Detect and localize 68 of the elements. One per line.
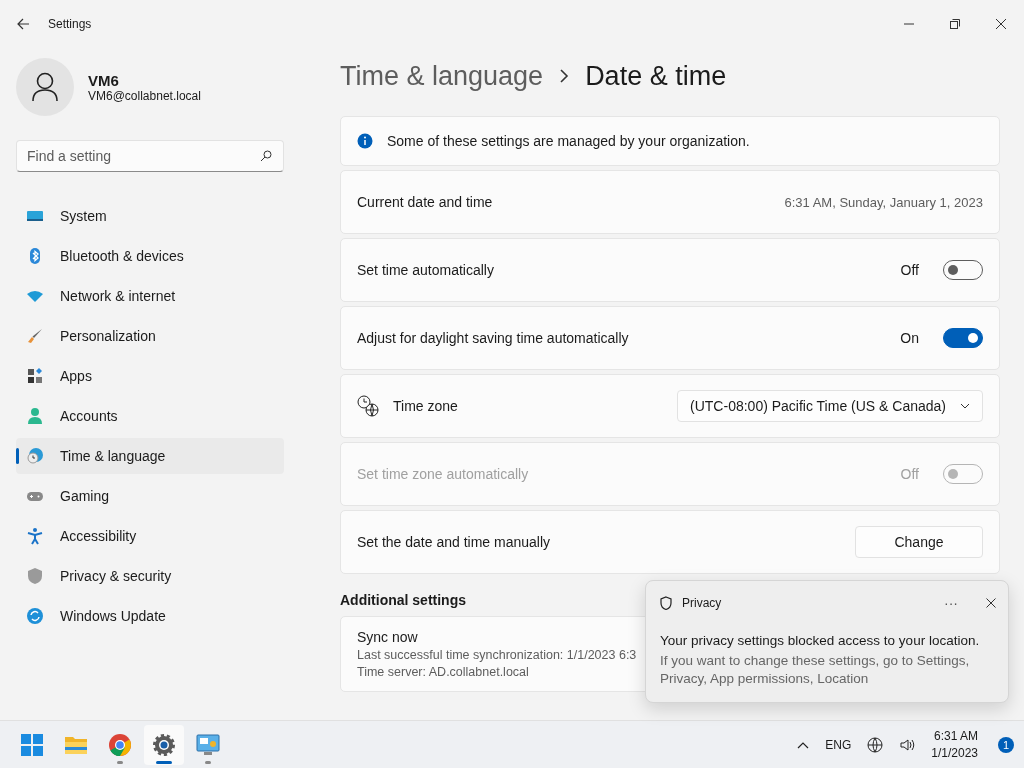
- sync-title: Sync now: [357, 629, 418, 645]
- toggle-state: On: [900, 330, 919, 346]
- setting-label: Set time zone automatically: [357, 466, 530, 482]
- timezone-dropdown[interactable]: (UTC-08:00) Pacific Time (US & Canada): [677, 390, 983, 422]
- banner-text: Some of these settings are managed by your organization.: [387, 133, 751, 149]
- update-icon: [26, 607, 44, 625]
- gear-icon: [151, 731, 177, 758]
- sync-detail: Last successful time synchronization: 1/1/2023 6:3: [357, 648, 637, 662]
- nav-item[interactable]: Accessibility: [16, 518, 284, 554]
- nav-item[interactable]: Time & language: [16, 438, 284, 474]
- nav-item[interactable]: Personalization: [16, 318, 284, 354]
- account-email: VM6@collabnet.local: [88, 88, 201, 103]
- accessibility-icon: [26, 527, 44, 545]
- close-icon[interactable]: [995, 18, 1007, 30]
- chrome-icon: [107, 731, 133, 758]
- clock[interactable]: 6:31 AM 1/1/2023: [931, 729, 978, 760]
- monitor-icon: [195, 731, 221, 758]
- toast-title: Your privacy settings blocked access to your location.: [660, 633, 981, 648]
- window-title: Settings: [48, 17, 93, 31]
- search-icon[interactable]: [260, 150, 272, 162]
- toast-app-name: Privacy: [682, 596, 723, 610]
- apps-icon: [26, 367, 44, 385]
- back-icon[interactable]: [16, 17, 30, 31]
- toggle-state: Off: [900, 262, 919, 278]
- info-icon: [357, 133, 373, 149]
- person-icon: [31, 72, 59, 102]
- globe-clock-icon: [26, 447, 44, 465]
- chevron-up-icon[interactable]: [797, 740, 810, 749]
- nav-item[interactable]: Privacy & security: [16, 558, 284, 594]
- setting-label: Adjust for daylight saving time automatically: [357, 330, 630, 346]
- nav-item[interactable]: Gaming: [16, 478, 284, 514]
- nav-item[interactable]: Network & internet: [16, 278, 284, 314]
- language-indicator[interactable]: ENG: [825, 737, 852, 752]
- breadcrumb-link[interactable]: Time & language: [340, 60, 544, 92]
- setting-label: Set the date and time manually: [357, 534, 551, 550]
- setting-value: 6:31 AM, Sunday, January 1, 2023: [784, 194, 983, 210]
- nav-item[interactable]: System: [16, 198, 284, 234]
- shield-icon: [660, 596, 672, 610]
- setting-label: Time zone: [393, 398, 459, 414]
- change-button[interactable]: Change: [855, 526, 983, 558]
- sync-detail: Time server: AD.collabnet.local: [357, 665, 529, 679]
- chevron-icon: [559, 69, 570, 83]
- more-options[interactable]: ···: [944, 595, 958, 611]
- person-icon: [26, 407, 44, 425]
- chevron-down-icon: [960, 403, 970, 409]
- page-title: Date & time: [585, 60, 727, 92]
- notification-badge[interactable]: 1: [998, 736, 1014, 753]
- nav-item[interactable]: Bluetooth & devices: [16, 238, 284, 274]
- account-name: VM6: [88, 71, 120, 89]
- nav-item[interactable]: Windows Update: [16, 598, 284, 634]
- clock-globe-icon: [357, 395, 379, 417]
- setting-label: Current date and time: [357, 194, 494, 210]
- brush-icon: [26, 327, 44, 345]
- section-heading: Additional settings: [340, 592, 466, 608]
- nav-item[interactable]: Accounts: [16, 398, 284, 434]
- toggle-switch[interactable]: [943, 328, 983, 348]
- windows-logo-icon: [19, 731, 45, 758]
- toggle-state: Off: [900, 466, 919, 482]
- toast-body: If you want to change these settings, go to Settings, Privacy, App permissions, Location: [660, 652, 971, 688]
- setting-label: Set time automatically: [357, 262, 495, 278]
- taskbar-app[interactable]: [144, 724, 184, 765]
- network-icon[interactable]: [867, 736, 884, 753]
- close-icon[interactable]: [986, 598, 996, 608]
- search-field[interactable]: Find a setting: [16, 140, 284, 172]
- nav-item[interactable]: Apps: [16, 358, 284, 394]
- shield-icon: [26, 567, 44, 585]
- maximize-icon[interactable]: [949, 18, 961, 30]
- speaker-icon[interactable]: [899, 736, 916, 753]
